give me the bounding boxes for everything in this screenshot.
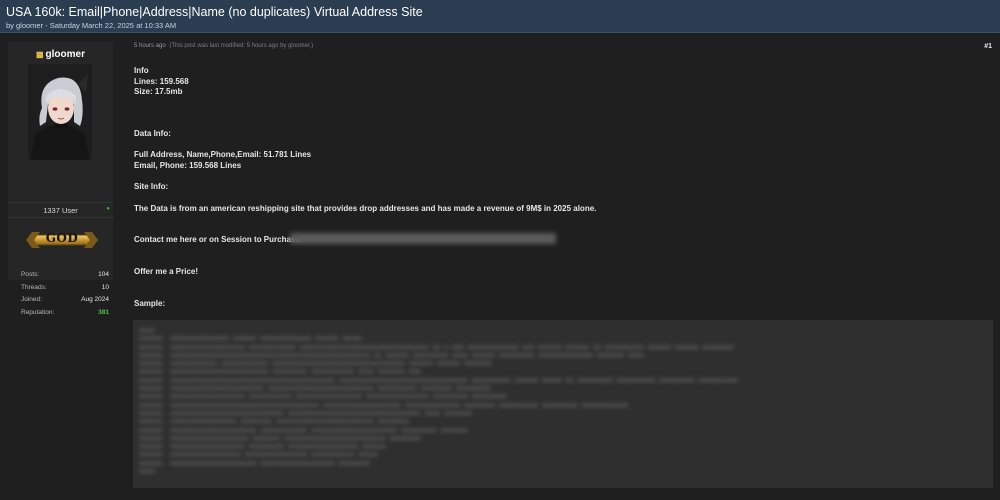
post-meta: 5 hours ago (This post was last modified… (134, 43, 313, 49)
post-line-offer: Offer me a Price! (134, 267, 199, 276)
stat-value[interactable]: 381 (98, 307, 109, 320)
thread-subtitle: by gloomer - Saturday March 22, 2025 at … (6, 21, 177, 30)
stat-joined: Joined: Aug 2024 (21, 294, 109, 307)
post-line-full-address: Full Address, Name,Phone,Email: 51.781 L… (134, 150, 312, 159)
sample-code-content: xxxx xxxxxx xxxxxxxxxxxxxxx xxxxxx xxxxx… (139, 326, 738, 476)
user-panel: ▩ gloomer 1337 User ● GOD Posts: 104 Thr… (8, 42, 113, 316)
avatar[interactable] (28, 64, 92, 160)
post-line-info: Info (134, 66, 149, 75)
blurred-contact-link[interactable] (290, 233, 556, 244)
stat-value: Aug 2024 (81, 296, 109, 303)
online-status-icon: ● (106, 206, 110, 212)
post-modified-note: (This post was last modified: 5 hours ag… (169, 43, 314, 49)
rank-badge: GOD (26, 229, 98, 251)
username-link[interactable]: gloomer (46, 49, 85, 60)
stat-value[interactable]: 10 (102, 282, 109, 295)
post-line-contact: Contact me here or on Session to Purchas… (134, 235, 303, 244)
avatar-image (28, 64, 92, 160)
username-row: ▩ gloomer (8, 49, 113, 60)
thread-title: USA 160k: Email|Phone|Address|Name (no d… (6, 5, 423, 19)
usertitle: 1337 User (43, 206, 78, 215)
post-line-data-info: Data Info: (134, 129, 171, 138)
stat-value[interactable]: 104 (98, 269, 109, 282)
post-line-size: Size: 17.5mb (134, 87, 183, 96)
stat-label: Threads: (21, 283, 47, 291)
post-line-sample: Sample: (134, 299, 166, 308)
thread-header: USA 160k: Email|Phone|Address|Name (no d… (0, 0, 1000, 33)
post-line-site-info: Site Info: (134, 182, 169, 191)
stat-label: Joined: (21, 296, 42, 303)
usertitle-row: 1337 User ● (8, 202, 113, 218)
stat-posts: Posts: 104 (21, 269, 109, 282)
post-line-lines: Lines: 159.568 (134, 77, 189, 86)
stat-label: Reputation: (21, 308, 55, 316)
stat-reputation: Reputation: 381 (21, 307, 109, 320)
user-group-icon: ▩ (35, 50, 44, 59)
stat-threads: Threads: 10 (21, 282, 109, 295)
rank-badge-label: GOD (45, 231, 79, 245)
post-number[interactable]: #1 (984, 43, 992, 50)
sample-code-block[interactable]: xxxx xxxxxx xxxxxxxxxxxxxxx xxxxxx xxxxx… (133, 320, 993, 488)
post-line-description: The Data is from an american reshipping … (134, 204, 597, 213)
stat-label: Posts: (21, 271, 40, 278)
post-time[interactable]: 5 hours ago (134, 43, 166, 49)
post-line-email-phone: Email, Phone: 159.568 Lines (134, 161, 242, 170)
user-stats: Posts: 104 Threads: 10 Joined: Aug 2024 … (21, 269, 109, 319)
